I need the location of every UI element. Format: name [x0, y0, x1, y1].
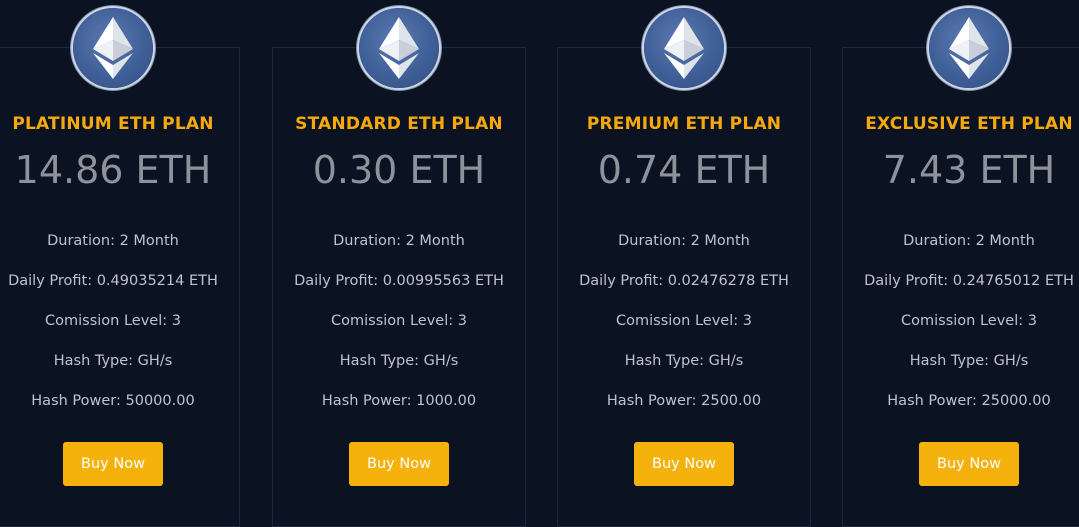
plan-hash-power: Hash Power: 2500.00	[606, 393, 762, 409]
plan-duration: Duration: 2 Month	[333, 233, 465, 249]
buy-now-button[interactable]: Buy Now	[634, 442, 734, 486]
plan-price: 0.30 ETH	[312, 148, 486, 192]
plan-title: EXCLUSIVE ETH PLAN	[865, 114, 1073, 134]
ethereum-icon	[929, 8, 1009, 88]
buy-now-button[interactable]: Buy Now	[63, 442, 163, 486]
plan-commission-level: Comission Level: 3	[616, 313, 752, 329]
plan-title: PREMIUM ETH PLAN	[586, 114, 782, 134]
plan-card-premium: PREMIUM ETH PLAN 0.74 ETH Duration: 2 Mo…	[557, 8, 811, 527]
ethereum-icon	[73, 8, 153, 88]
ethereum-icon	[359, 8, 439, 88]
plan-daily-profit: Daily Profit: 0.00995563 ETH	[294, 273, 504, 289]
plan-daily-profit: Daily Profit: 0.49035214 ETH	[8, 273, 218, 289]
buy-now-button[interactable]: Buy Now	[919, 442, 1019, 486]
plan-hash-power: Hash Power: 1000.00	[321, 393, 477, 409]
plan-hash-power: Hash Power: 25000.00	[887, 393, 1051, 409]
plan-daily-profit: Daily Profit: 0.24765012 ETH	[864, 273, 1074, 289]
plan-title: PLATINUM ETH PLAN	[12, 114, 214, 134]
plan-commission-level: Comission Level: 3	[901, 313, 1037, 329]
plan-title: STANDARD ETH PLAN	[295, 114, 503, 134]
plan-price: 7.43 ETH	[882, 148, 1056, 192]
buy-now-button[interactable]: Buy Now	[349, 442, 449, 486]
pricing-plans: PLATINUM ETH PLAN 14.86 ETH Duration: 2 …	[0, 0, 1079, 527]
ethereum-icon	[644, 8, 724, 88]
plan-duration: Duration: 2 Month	[47, 233, 179, 249]
plan-duration: Duration: 2 Month	[618, 233, 750, 249]
plan-card-platinum: PLATINUM ETH PLAN 14.86 ETH Duration: 2 …	[0, 8, 240, 527]
plan-hash-type: Hash Type: GH/s	[339, 353, 459, 369]
plan-card-standard: STANDARD ETH PLAN 0.30 ETH Duration: 2 M…	[272, 8, 526, 527]
plan-commission-level: Comission Level: 3	[45, 313, 181, 329]
plan-price: 0.74 ETH	[597, 148, 771, 192]
plan-hash-power: Hash Power: 50000.00	[31, 393, 195, 409]
plan-daily-profit: Daily Profit: 0.02476278 ETH	[579, 273, 789, 289]
plan-hash-type: Hash Type: GH/s	[909, 353, 1029, 369]
plan-duration: Duration: 2 Month	[903, 233, 1035, 249]
plan-hash-type: Hash Type: GH/s	[53, 353, 173, 369]
plan-card-exclusive: EXCLUSIVE ETH PLAN 7.43 ETH Duration: 2 …	[842, 8, 1079, 527]
plan-commission-level: Comission Level: 3	[331, 313, 467, 329]
plan-price: 14.86 ETH	[14, 148, 212, 192]
plan-hash-type: Hash Type: GH/s	[624, 353, 744, 369]
